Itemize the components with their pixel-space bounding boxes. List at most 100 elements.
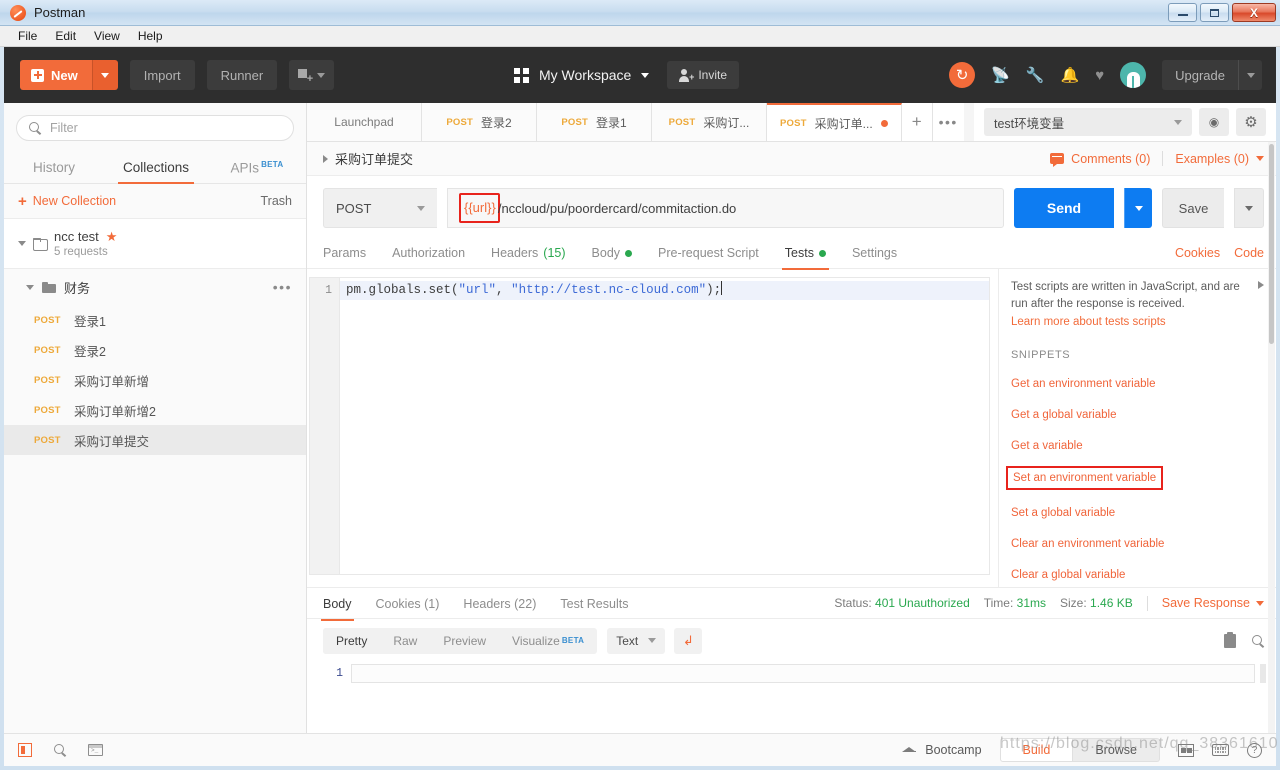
url-input[interactable]: {{url}} /nccloud/pu/poordercard/commitac…: [447, 188, 1004, 228]
trash-button[interactable]: Trash: [261, 194, 293, 208]
response-tab-test-results[interactable]: Test Results: [560, 597, 628, 620]
sync-icon[interactable]: ↻: [949, 62, 976, 88]
snippet-get-environment-variable[interactable]: Get an environment variable: [1011, 378, 1155, 390]
import-button[interactable]: Import: [129, 60, 195, 90]
list-item[interactable]: POST 登录1: [4, 305, 306, 335]
view-mode-visualize[interactable]: Visualize BETA: [499, 628, 597, 654]
tab-params[interactable]: Params: [323, 246, 366, 269]
workspace-name[interactable]: My Workspace: [539, 67, 631, 83]
new-button[interactable]: New: [20, 60, 118, 90]
method-select[interactable]: POST: [323, 188, 437, 228]
main-scrollbar-thumb[interactable]: [1269, 144, 1274, 344]
two-pane-icon[interactable]: [1178, 743, 1194, 757]
menu-view[interactable]: View: [86, 27, 128, 45]
tab-headers[interactable]: Headers (15): [491, 246, 565, 269]
view-mode-pretty[interactable]: Pretty: [323, 627, 381, 654]
environment-select[interactable]: test环境变量: [984, 108, 1192, 136]
sidebar-tab-apis[interactable]: APIs BETA: [208, 160, 306, 184]
wrench-icon[interactable]: 🔧: [1026, 68, 1045, 83]
save-dropdown-button[interactable]: [1234, 188, 1264, 228]
copy-icon[interactable]: [1224, 631, 1236, 648]
keyboard-icon[interactable]: [1212, 744, 1229, 756]
response-tab-headers[interactable]: Headers (22): [463, 597, 536, 620]
snippet-clear-global-variable[interactable]: Clear a global variable: [1011, 569, 1125, 581]
response-scrollbar[interactable]: [1260, 664, 1266, 683]
list-item[interactable]: POST 采购订单新增: [4, 365, 306, 395]
snippet-get-variable[interactable]: Get a variable: [1011, 440, 1083, 452]
tab-request-2[interactable]: POST 登录1: [537, 103, 652, 141]
close-button[interactable]: X: [1232, 3, 1276, 22]
eye-icon[interactable]: ◉: [1199, 108, 1229, 136]
sidebar-tab-collections[interactable]: Collections: [104, 160, 208, 184]
tab-prerequest-script[interactable]: Pre-request Script: [658, 246, 759, 269]
examples-button[interactable]: Examples (0): [1175, 152, 1264, 166]
search-input[interactable]: [50, 121, 281, 135]
save-response-button[interactable]: Save Response: [1162, 596, 1264, 610]
response-format-select[interactable]: Text: [607, 627, 666, 654]
tab-body[interactable]: Body: [592, 246, 633, 269]
sidebar-folder-caiwu[interactable]: 财务 •••: [4, 269, 306, 305]
add-tab-button[interactable]: +: [901, 103, 933, 141]
new-collection-button[interactable]: + New Collection: [18, 194, 116, 209]
open-new-tab-button[interactable]: [289, 60, 335, 90]
tab-request-1[interactable]: POST 登录2: [422, 103, 537, 141]
view-mode-preview[interactable]: Preview: [430, 628, 499, 654]
snippet-set-global-variable[interactable]: Set a global variable: [1011, 507, 1115, 519]
user-avatar[interactable]: [1120, 62, 1147, 88]
learn-more-link[interactable]: Learn more about tests scripts: [1011, 316, 1262, 328]
tab-request-3[interactable]: POST 采购订...: [652, 103, 767, 141]
snippet-get-global-variable[interactable]: Get a global variable: [1011, 409, 1116, 421]
sidebar-tab-history[interactable]: History: [4, 160, 104, 183]
comments-button[interactable]: Comments (0): [1050, 152, 1150, 167]
chevron-down-icon[interactable]: [18, 241, 26, 246]
list-item-selected[interactable]: POST 采购订单提交: [4, 425, 306, 455]
runner-button[interactable]: Runner: [206, 60, 278, 90]
upgrade-dropdown[interactable]: [1238, 60, 1262, 90]
bell-icon[interactable]: 🔔: [1061, 68, 1080, 83]
bootcamp-button[interactable]: Bootcamp: [902, 743, 982, 757]
send-dropdown-button[interactable]: [1124, 188, 1152, 228]
code-link[interactable]: Code: [1234, 246, 1264, 260]
tab-tests[interactable]: Tests: [781, 246, 830, 270]
chevron-down-icon[interactable]: [641, 72, 650, 78]
chevron-right-icon[interactable]: [1258, 281, 1264, 289]
tab-launchpad[interactable]: Launchpad: [307, 103, 422, 141]
send-button[interactable]: Send: [1014, 188, 1114, 228]
more-horizontal-icon[interactable]: •••: [273, 280, 292, 294]
heart-icon[interactable]: ♥: [1095, 68, 1104, 83]
search-icon[interactable]: [1252, 634, 1264, 647]
chevron-right-icon[interactable]: [323, 154, 328, 163]
minimize-button[interactable]: [1168, 3, 1197, 22]
tab-request-4-active[interactable]: POST 采购订单...: [767, 103, 902, 141]
editor-lines[interactable]: pm.globals.set("url", "http://test.nc-cl…: [340, 278, 989, 574]
tab-overflow-button[interactable]: •••: [932, 103, 964, 141]
response-tab-cookies[interactable]: Cookies (1): [376, 597, 440, 620]
satellite-icon[interactable]: 📡: [991, 68, 1010, 83]
browse-button[interactable]: Browse: [1073, 738, 1160, 762]
list-item[interactable]: POST 登录2: [4, 335, 306, 365]
star-icon[interactable]: ★: [106, 230, 118, 243]
console-icon[interactable]: [88, 744, 103, 756]
snippet-set-environment-variable[interactable]: Set an environment variable: [1006, 465, 1164, 490]
build-button[interactable]: Build: [999, 738, 1074, 762]
main-scrollbar[interactable]: [1268, 142, 1275, 733]
cookies-link[interactable]: Cookies: [1175, 246, 1220, 260]
chevron-down-icon[interactable]: [26, 284, 34, 290]
tab-authorization[interactable]: Authorization: [392, 246, 465, 269]
filter-box[interactable]: [16, 115, 294, 141]
help-circle-icon[interactable]: ?: [1247, 742, 1262, 758]
invite-button[interactable]: + Invite: [667, 61, 740, 89]
collection-root-row[interactable]: ncc test ★ 5 requests: [4, 219, 306, 269]
tab-settings[interactable]: Settings: [852, 246, 897, 269]
new-button-dropdown[interactable]: [91, 60, 118, 90]
upgrade-button[interactable]: Upgrade: [1162, 60, 1262, 90]
search-icon[interactable]: [54, 744, 66, 756]
code-editor-pane[interactable]: 1 pm.globals.set("url", "http://test.nc-…: [307, 269, 999, 587]
list-item[interactable]: POST 采购订单新增2: [4, 395, 306, 425]
save-button[interactable]: Save: [1162, 188, 1224, 228]
response-tab-body[interactable]: Body: [321, 597, 353, 621]
maximize-button[interactable]: [1200, 3, 1229, 22]
word-wrap-icon[interactable]: ↲: [674, 627, 703, 654]
snippet-clear-environment-variable[interactable]: Clear an environment variable: [1011, 538, 1164, 550]
menu-file[interactable]: File: [10, 27, 45, 45]
